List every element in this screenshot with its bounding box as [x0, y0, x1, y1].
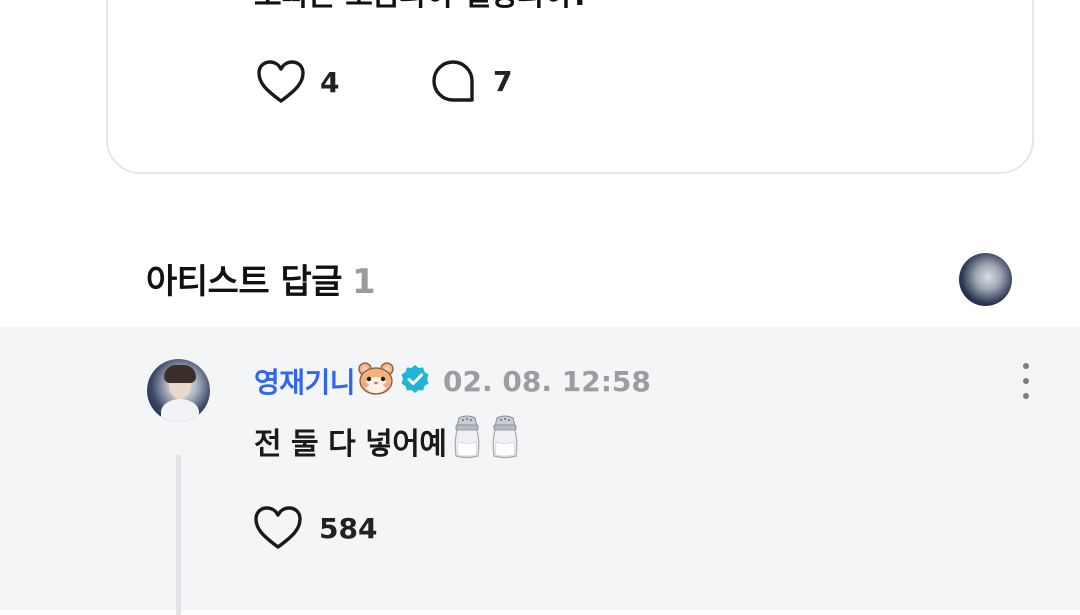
comment-meta: 영재기니 02. 08. 12:58	[254, 361, 651, 401]
comment-like-count: 584	[319, 511, 378, 545]
heart-outline-icon	[253, 505, 303, 551]
more-vertical-icon-dot	[1023, 378, 1029, 384]
speech-bubble-icon	[431, 59, 475, 103]
post-reply-count: 7	[493, 64, 513, 98]
post-reply-button[interactable]: 7	[431, 59, 512, 103]
heart-outline-icon	[256, 59, 306, 105]
artist-comment: 영재기니 02. 08. 12:58 전 둘 다 넣어예 584	[0, 327, 1080, 615]
artist-replies-heading: 아티스트 답글 1	[146, 254, 376, 303]
comment-text: 전 둘 다 넣어예	[254, 414, 522, 468]
comment-timestamp: 02. 08. 12:58	[443, 364, 651, 398]
post-like-button[interactable]: 4	[256, 59, 339, 105]
more-vertical-icon-dot	[1023, 393, 1029, 399]
avatar-hair	[164, 365, 196, 383]
avatar-collar	[161, 399, 199, 422]
thread-line	[176, 455, 181, 615]
post-card[interactable]: 오빠는 소금파야 설탕파야? 4 7	[106, 0, 1034, 174]
verified-badge-icon	[399, 363, 431, 399]
more-options-button[interactable]	[1016, 363, 1036, 399]
salt-shaker-icon	[450, 414, 484, 468]
hamster-face-icon	[357, 362, 395, 400]
post-like-count: 4	[320, 65, 340, 99]
salt-shaker-icon	[488, 414, 522, 468]
comment-author-name[interactable]: 영재기니	[254, 361, 356, 401]
comment-like-button[interactable]: 584	[253, 505, 377, 551]
post-text: 오빠는 소금파야 설탕파야?	[254, 0, 589, 14]
comment-author-avatar[interactable]	[147, 359, 210, 422]
artist-replies-count: 1	[352, 262, 376, 302]
comment-body: 전 둘 다 넣어예	[254, 427, 447, 462]
artist-replies-title: 아티스트 답글	[146, 262, 343, 302]
more-vertical-icon-dot	[1023, 363, 1029, 369]
artist-avatar-small[interactable]	[959, 253, 1012, 306]
